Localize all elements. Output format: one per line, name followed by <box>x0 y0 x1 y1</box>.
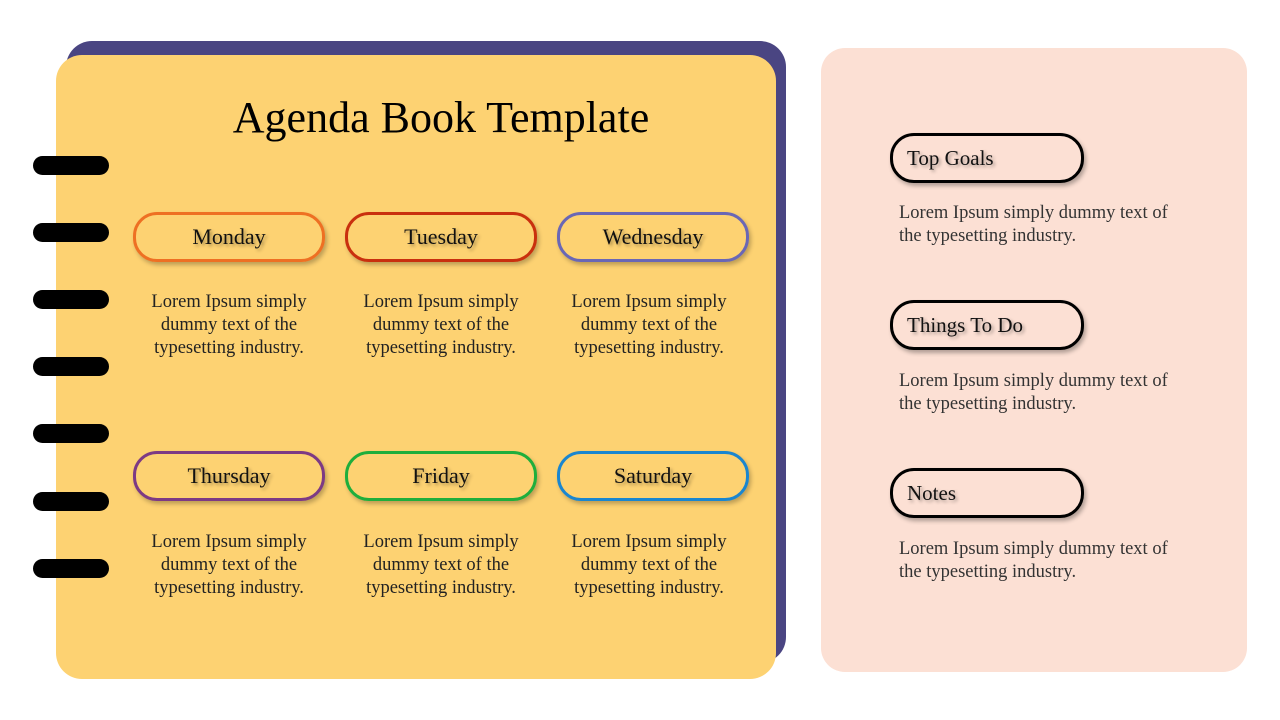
day-label-monday: Monday <box>133 212 325 262</box>
day-label-wednesday: Wednesday <box>557 212 749 262</box>
binder-ring <box>33 156 109 175</box>
day-description-monday: Lorem Ipsum simply dummy text of the typ… <box>151 292 307 358</box>
section-label-top-goals: Top Goals <box>890 133 1084 183</box>
day-label-thursday: Thursday <box>133 451 325 501</box>
binder-ring <box>33 492 109 511</box>
binder-ring <box>33 559 109 578</box>
section-description-notes: Lorem Ipsum simply dummy text of the typ… <box>899 539 1168 582</box>
section-label-things-to-do: Things To Do <box>890 300 1084 350</box>
day-label-friday: Friday <box>345 451 537 501</box>
day-description-thursday: Lorem Ipsum simply dummy text of the typ… <box>151 532 307 598</box>
binder-ring <box>33 290 109 309</box>
day-description-saturday: Lorem Ipsum simply dummy text of the typ… <box>571 532 727 598</box>
day-label-tuesday: Tuesday <box>345 212 537 262</box>
page-title: Agenda Book Template <box>232 93 650 142</box>
day-description-friday: Lorem Ipsum simply dummy text of the typ… <box>363 532 519 598</box>
day-description-wednesday: Lorem Ipsum simply dummy text of the typ… <box>571 292 727 358</box>
section-description-things-to-do: Lorem Ipsum simply dummy text of the typ… <box>899 371 1168 414</box>
binder-ring <box>33 223 109 242</box>
day-description-tuesday: Lorem Ipsum simply dummy text of the typ… <box>363 292 519 358</box>
binder-ring <box>33 424 109 443</box>
day-label-saturday: Saturday <box>557 451 749 501</box>
section-label-notes: Notes <box>890 468 1084 518</box>
section-description-top-goals: Lorem Ipsum simply dummy text of the typ… <box>899 203 1168 246</box>
binder-ring <box>33 357 109 376</box>
